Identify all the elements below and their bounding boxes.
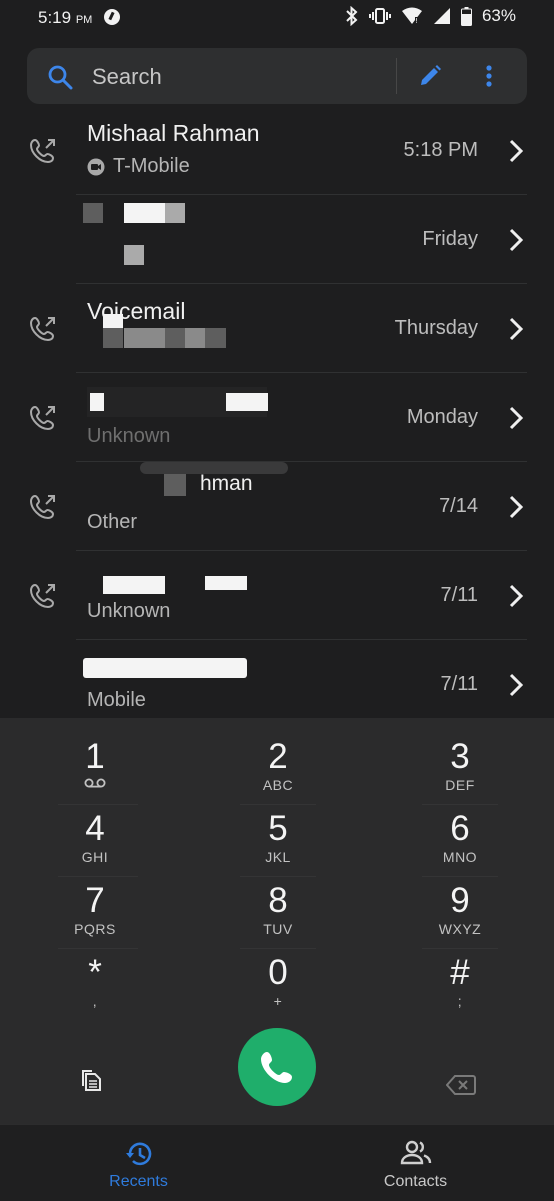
redacted-block: [83, 203, 103, 223]
redacted-block: [205, 576, 247, 590]
search-icon[interactable]: [47, 64, 73, 90]
redacted-block: [83, 658, 247, 678]
wifi-icon: !: [401, 7, 422, 25]
status-time: 5:19 PM: [38, 8, 93, 27]
recent-calls-list: Mishaal Rahman T-Mobile 5:18 PM Friday V…: [0, 106, 554, 718]
backspace-icon[interactable]: [446, 1074, 476, 1096]
history-icon: [125, 1142, 151, 1166]
call-date: 7/11: [440, 584, 478, 606]
dial-key-0[interactable]: 0 +: [198, 954, 358, 1022]
caller-name: hman: [200, 472, 253, 495]
outgoing-call-icon: [29, 583, 55, 609]
battery-percentage: 63%: [481, 6, 516, 25]
redacted-block: [165, 328, 185, 348]
caller-detail: Other: [87, 511, 138, 533]
dial-key-6[interactable]: 6 MNO: [380, 810, 540, 878]
caller-detail: Mobile: [87, 689, 146, 711]
chevron-right-icon[interactable]: [506, 494, 526, 520]
media-notification-icon: [104, 9, 120, 25]
redacted-block: [124, 203, 165, 223]
dial-key-8[interactable]: 8 TUV: [198, 882, 358, 950]
dial-key-4[interactable]: 4 GHI: [15, 810, 175, 878]
more-options-icon[interactable]: [485, 64, 493, 88]
chevron-right-icon[interactable]: [506, 672, 526, 698]
call-date: 7/14: [439, 495, 478, 517]
status-icons: ! 63%: [345, 6, 516, 26]
call-date: 7/11: [440, 673, 478, 695]
caller-name: Mishaal Rahman: [87, 120, 260, 146]
dial-key-hash[interactable]: #;: [380, 954, 540, 1022]
call-date: 5:18 PM: [403, 139, 478, 161]
tab-recents-label: Recents: [109, 1173, 168, 1190]
redacted-block: [124, 245, 144, 265]
signal-icon: [433, 8, 450, 24]
outgoing-call-icon: [29, 494, 55, 520]
chevron-right-icon[interactable]: [506, 138, 526, 164]
outgoing-call-icon: [29, 138, 55, 164]
redacted-block: [226, 393, 268, 411]
redacted-block: [90, 393, 104, 411]
tab-contacts-label: Contacts: [383, 1173, 448, 1190]
dial-key-9[interactable]: 9 WXYZ: [380, 882, 540, 950]
redacted-block: [103, 576, 165, 594]
tab-recents[interactable]: Recents: [0, 1125, 277, 1201]
contacts-icon: [400, 1140, 431, 1165]
caller-detail: Unknown: [87, 600, 171, 622]
dial-key-star[interactable]: *,: [15, 954, 175, 1022]
chevron-right-icon[interactable]: [506, 405, 526, 431]
chevron-right-icon[interactable]: [506, 227, 526, 253]
status-bar: 5:19 PM ! 63%: [0, 0, 554, 36]
svg-text:!: !: [415, 17, 418, 25]
outgoing-call-icon: [29, 316, 55, 342]
chevron-right-icon[interactable]: [506, 316, 526, 342]
vibrate-icon: [368, 8, 391, 24]
caller-detail: T-Mobile: [87, 155, 190, 178]
call-date: Thursday: [394, 317, 478, 339]
redacted-block: [165, 203, 185, 223]
call-row[interactable]: Voicemail Thursday: [0, 284, 554, 373]
redacted-block: [205, 328, 226, 348]
redacted-block: [103, 328, 123, 348]
call-row[interactable]: Mobile 7/11: [0, 640, 554, 718]
redacted-block: [124, 328, 165, 348]
call-row[interactable]: Unknown 7/11: [0, 551, 554, 640]
dialpad: 1 2 ABC 3 DEF 4 GHI 5 JKL 6 MNO 7 PQRS 8 TUV 9W…: [0, 718, 554, 1124]
call-button[interactable]: [238, 1028, 316, 1106]
call-date: Friday: [422, 228, 478, 250]
redacted-block: [164, 474, 186, 496]
caller-detail: Unknown: [87, 425, 171, 447]
tab-contacts[interactable]: Contacts: [277, 1125, 554, 1201]
outgoing-call-icon: [29, 405, 55, 431]
redacted-block: [103, 314, 123, 328]
redacted-block: [185, 328, 205, 348]
search-divider: [396, 58, 397, 94]
dial-key-1[interactable]: 1: [15, 738, 175, 806]
call-row[interactable]: Friday: [0, 195, 554, 284]
battery-icon: [460, 6, 472, 26]
bluetooth-icon: [346, 6, 358, 26]
dial-key-5[interactable]: 5 JKL: [198, 810, 358, 878]
dial-key-2[interactable]: 2 ABC: [198, 738, 358, 806]
carrier-video-icon: [87, 158, 105, 175]
search-input[interactable]: Search: [92, 64, 162, 90]
phone-icon: [261, 1052, 292, 1083]
caller-name: Voicemail: [87, 298, 186, 324]
call-row[interactable]: Unknown Monday: [0, 373, 554, 462]
call-row[interactable]: Mishaal Rahman T-Mobile 5:18 PM: [0, 106, 554, 195]
call-date: Monday: [406, 406, 478, 428]
chevron-right-icon[interactable]: [506, 583, 526, 609]
edit-icon[interactable]: [417, 63, 443, 89]
copy-icon[interactable]: [78, 1066, 104, 1092]
search-bar[interactable]: Search: [27, 48, 527, 104]
voicemail-icon: [84, 778, 106, 788]
bottom-navigation: Recents Contacts: [0, 1124, 554, 1201]
dial-key-3[interactable]: 3 DEF: [380, 738, 540, 806]
dial-key-7[interactable]: 7 PQRS: [15, 882, 175, 950]
call-row[interactable]: hman Other 7/14: [0, 462, 554, 551]
